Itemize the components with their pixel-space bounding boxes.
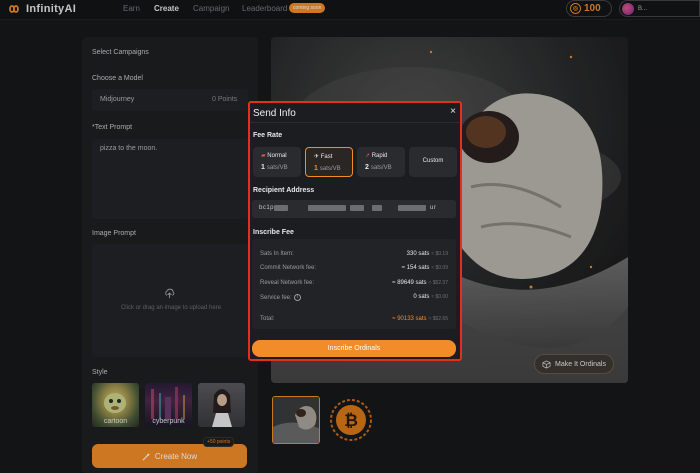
fee-rapid-value: 2 bbox=[365, 164, 369, 171]
total-label: Total: bbox=[260, 316, 275, 322]
divider bbox=[250, 122, 460, 123]
recipient-address-field[interactable]: bc1p ur bbox=[252, 200, 456, 218]
send-info-modal: Send Info × Fee Rate ▰ Normal 1 sats/VB ✈… bbox=[248, 101, 462, 361]
redacted-block bbox=[274, 205, 288, 211]
fee-normal-name: Normal bbox=[267, 153, 287, 159]
sats-in-item-usd: ≈ $0.19 bbox=[431, 251, 448, 257]
commit-fee-value: ≈ 154 sats bbox=[401, 265, 430, 271]
fee-fast-value: 1 bbox=[314, 165, 318, 172]
rocket-icon: ➚ bbox=[365, 153, 371, 159]
fee-option-custom[interactable]: Custom bbox=[409, 147, 457, 177]
fee-fast-unit: sats/VB bbox=[319, 166, 341, 172]
sats-in-item-label: Sats In Item: bbox=[260, 251, 294, 257]
fee-rate-label: Fee Rate bbox=[253, 132, 283, 139]
inscribe-ordinals-button[interactable]: Inscribe Ordinals bbox=[252, 340, 456, 357]
fee-rapid-unit: sats/VB bbox=[370, 165, 392, 171]
car-icon: ▰ bbox=[261, 153, 266, 159]
fee-option-normal[interactable]: ▰ Normal 1 sats/VB bbox=[253, 147, 301, 177]
reveal-fee-label: Reveal Network fee: bbox=[260, 280, 315, 286]
total-value: ≈ 90133 sats bbox=[392, 316, 427, 322]
address-prefix: bc1p bbox=[259, 205, 275, 211]
close-icon[interactable]: × bbox=[450, 106, 456, 117]
address-suffix: ur bbox=[430, 205, 437, 211]
plane-icon: ✈ bbox=[314, 154, 320, 160]
service-fee-value: 0 sats bbox=[413, 294, 430, 300]
service-fee-label: Service fee: bbox=[260, 295, 292, 302]
fee-option-fast[interactable]: ✈ Fast 1 sats/VB bbox=[305, 147, 353, 177]
fee-option-rapid[interactable]: ➚ Rapid 2 sats/VB bbox=[357, 147, 405, 177]
total-usd: ≈ $52.65 bbox=[428, 316, 448, 322]
fee-custom-label: Custom bbox=[422, 158, 444, 164]
inscribe-fee-label: Inscribe Fee bbox=[253, 229, 294, 236]
info-icon[interactable]: i bbox=[293, 294, 301, 301]
recipient-address-label: Recipient Address bbox=[253, 187, 315, 194]
reveal-fee-usd: ≈ $52.37 bbox=[428, 280, 448, 286]
fee-fast-name: Fast bbox=[320, 154, 333, 160]
redacted-block bbox=[350, 205, 364, 211]
fee-normal-unit: sats/VB bbox=[266, 165, 288, 171]
sats-in-item-value: 330 sats bbox=[406, 251, 430, 257]
fee-normal-value: 1 bbox=[261, 164, 265, 171]
redacted-block bbox=[398, 205, 426, 211]
redacted-block bbox=[372, 205, 382, 211]
modal-title: Send Info bbox=[253, 108, 296, 119]
fee-breakdown: Sats In Item: 330 sats ≈ $0.19 Commit Net… bbox=[252, 239, 456, 329]
redacted-block bbox=[308, 205, 346, 211]
commit-fee-label: Commit Network fee: bbox=[260, 265, 317, 271]
commit-fee-usd: ≈ $0.09 bbox=[431, 265, 448, 271]
reveal-fee-value: ≈ 89649 sats bbox=[392, 280, 427, 286]
service-fee-usd: ≈ $0.00 bbox=[431, 294, 448, 300]
inscribe-ordinals-label: Inscribe Ordinals bbox=[327, 345, 381, 352]
fee-rapid-name: Rapid bbox=[371, 153, 388, 159]
